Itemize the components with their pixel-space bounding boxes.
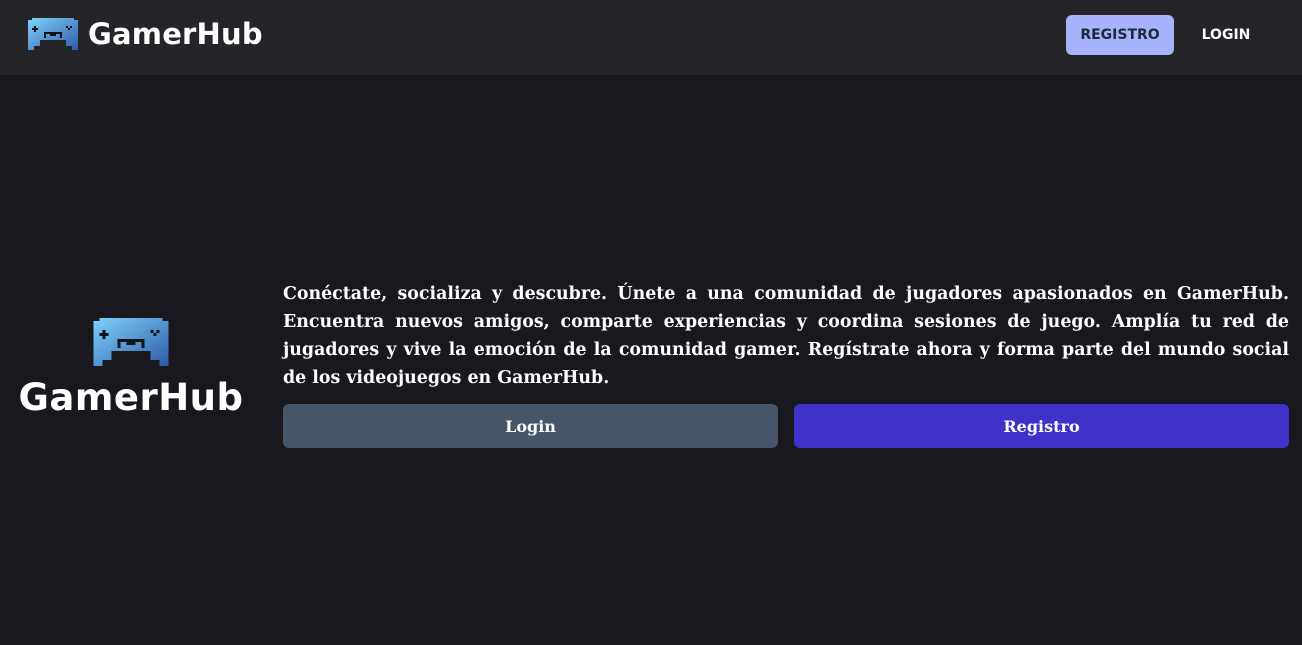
gamepad-icon xyxy=(93,318,169,366)
gamepad-icon xyxy=(28,18,78,50)
top-navbar: GamerHub REGISTRO LOGIN xyxy=(0,0,1302,75)
login-button[interactable]: Login xyxy=(283,404,778,448)
hero-description: Conéctate, socializa y descubre. Únete a… xyxy=(283,284,1289,388)
hero-brand-name: GamerHub xyxy=(18,376,244,419)
hero-content: Conéctate, socializa y descubre. Únete a… xyxy=(283,280,1289,448)
registro-button[interactable]: Registro xyxy=(794,404,1289,448)
brand-name: GamerHub xyxy=(88,17,263,51)
brand-link[interactable]: GamerHub xyxy=(26,14,263,54)
hero-buttons: Login Registro xyxy=(283,404,1289,448)
nav-login-button[interactable]: LOGIN xyxy=(1174,15,1278,55)
hero-logo-block: GamerHub xyxy=(18,312,243,419)
nav-actions: REGISTRO LOGIN xyxy=(1066,15,1278,55)
nav-registro-button[interactable]: REGISTRO xyxy=(1066,15,1174,55)
